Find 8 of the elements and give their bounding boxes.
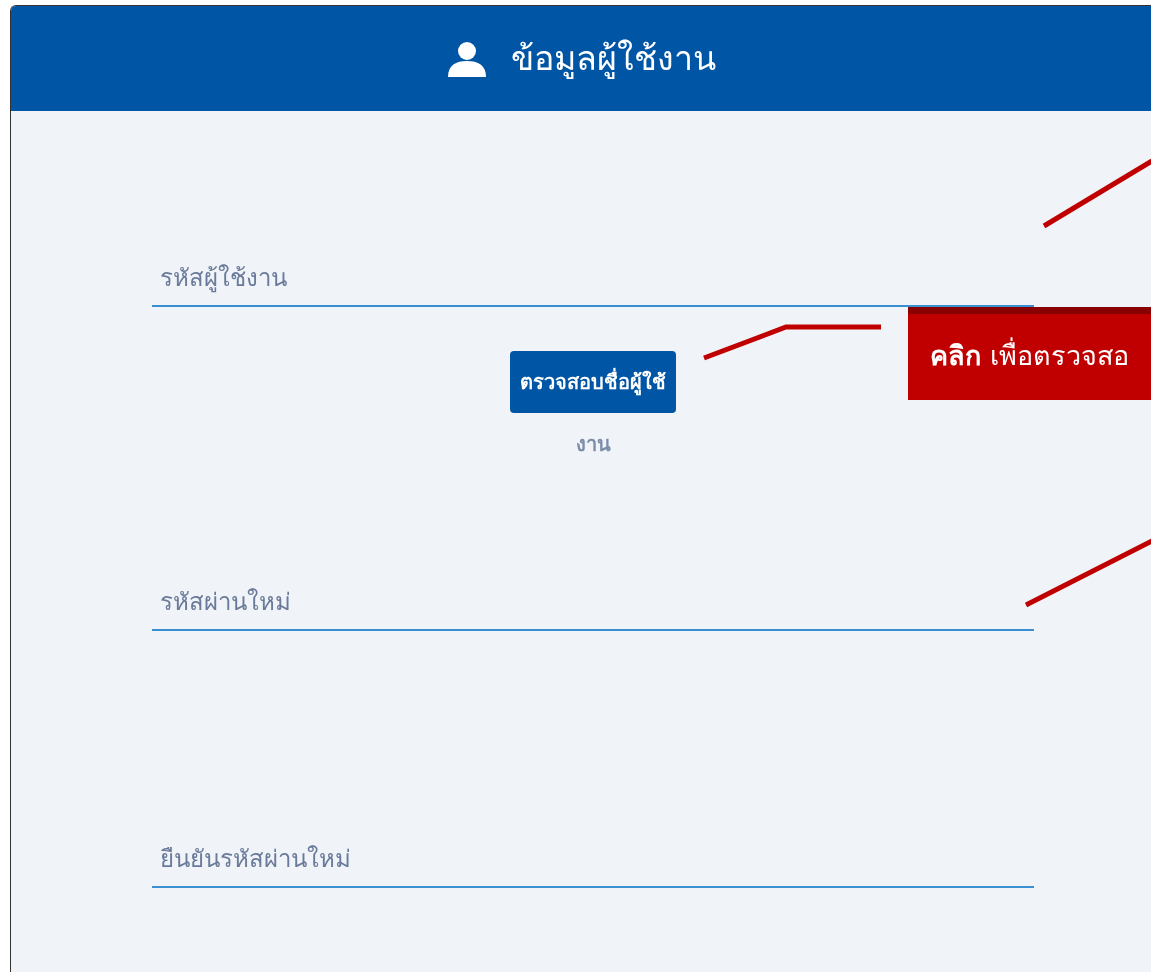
user-icon bbox=[446, 40, 487, 77]
check-username-button[interactable]: ตรวจสอบชื่อผู้ใช้ bbox=[510, 351, 676, 413]
callout-banner: คลิก เพื่อตรวจสอ bbox=[908, 307, 1151, 400]
card-title: ข้อมูลผู้ใช้งาน bbox=[510, 37, 716, 81]
button-label-overflow: งาน bbox=[575, 431, 611, 458]
input-field[interactable]: ยืนยันรหัสผ่านใหม่ bbox=[152, 832, 1034, 888]
input-field[interactable]: รหัสผู้ใช้งาน bbox=[152, 251, 1034, 307]
input-field[interactable]: รหัสผ่านใหม่ bbox=[152, 575, 1034, 631]
